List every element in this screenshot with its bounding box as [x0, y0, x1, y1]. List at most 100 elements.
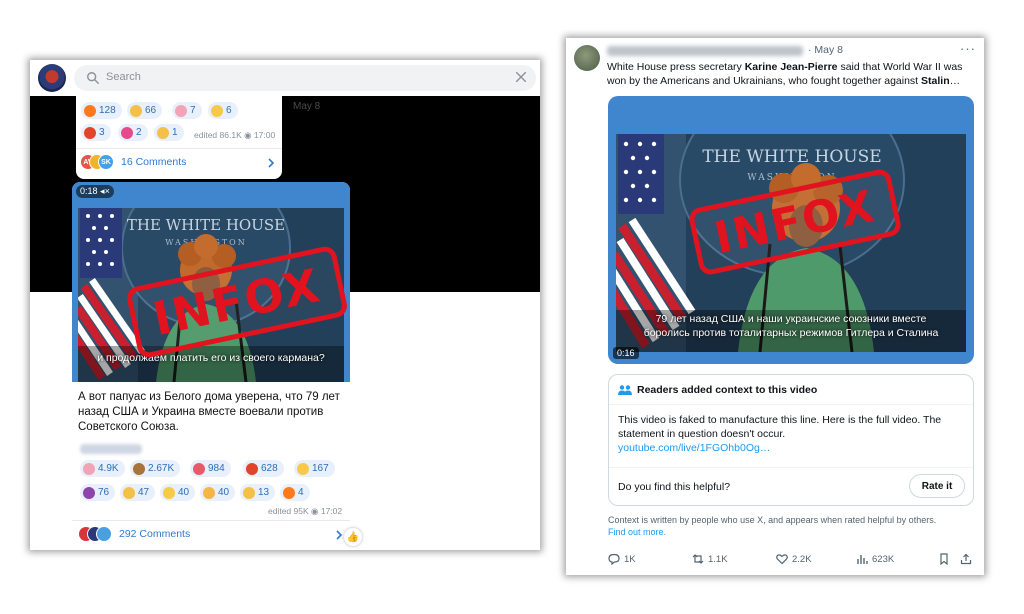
reaction-count: 128	[99, 105, 116, 116]
video-player[interactable]: THE WHITE HOUSE WASHINGTON 79 лет назад …	[608, 96, 974, 364]
reaction-count: 3	[99, 127, 105, 138]
reaction-chip[interactable]: 66	[127, 102, 163, 119]
views-button[interactable]: 623K	[856, 553, 894, 565]
angry-icon	[84, 126, 96, 139]
composite-image: Search May 8 128 66 7 6 3 2 1 edited 86.…	[0, 0, 1024, 614]
close-icon[interactable]	[514, 70, 528, 84]
chevron-right-icon[interactable]	[266, 158, 276, 168]
devil-icon	[83, 486, 95, 499]
reaction-chip[interactable]: 628	[243, 460, 284, 477]
reaction-count: 76	[98, 487, 110, 498]
thumbs-down-icon	[157, 126, 169, 139]
video-subtitle: 79 лет назад США и наши украинские союзн…	[643, 313, 939, 339]
eye-icon: ◉	[311, 506, 319, 516]
message-meta: edited 86.1K ◉ 17:00	[194, 130, 275, 141]
views-count: 623K	[872, 553, 895, 565]
reaction-chip[interactable]: 3	[81, 124, 111, 141]
reply-count: 1K	[624, 553, 636, 565]
reaction-chip[interactable]: 47	[120, 484, 156, 501]
reaction-chip[interactable]: 2.67K	[130, 460, 181, 477]
channel-avatar[interactable]	[38, 64, 66, 92]
thumbs-up-icon	[123, 486, 135, 499]
reaction-count: 984	[208, 463, 225, 474]
reply-button[interactable]: 1K	[608, 553, 636, 565]
comments-link[interactable]: AV SK 16 Comments	[80, 154, 186, 170]
reaction-chip[interactable]: 2	[118, 124, 148, 141]
like-count: 2.2K	[792, 553, 812, 565]
reaction-chip[interactable]: 4	[280, 484, 310, 501]
search-input[interactable]: Search	[74, 65, 536, 91]
reaction-chip[interactable]: 6	[208, 102, 238, 119]
reaction-count: 628	[261, 463, 278, 474]
reaction-chip[interactable]: 984	[190, 460, 231, 477]
reaction-count: 40	[178, 487, 190, 498]
context-footer: Context is written by people who use X, …	[608, 515, 937, 537]
community-note-title: Readers added context to this video	[637, 384, 818, 396]
reaction-count: 2.67K	[148, 463, 175, 474]
divider	[609, 467, 973, 468]
thumbs-down-icon	[243, 486, 255, 499]
reaction-chip[interactable]: 7	[172, 102, 202, 119]
reaction-chip[interactable]: 167	[294, 460, 335, 477]
eye-icon: ◉	[244, 130, 252, 140]
reaction-count: 6	[226, 105, 232, 116]
heart-broken-icon	[121, 126, 133, 139]
video-time: 0:16	[613, 347, 639, 359]
pill-icon	[193, 462, 205, 475]
divider	[72, 520, 350, 521]
repost-icon	[692, 554, 704, 564]
search-icon	[87, 72, 99, 84]
share-button[interactable]	[960, 553, 972, 565]
fire-icon	[283, 486, 295, 499]
angry-icon	[246, 462, 258, 475]
comments-label: 292 Comments	[119, 528, 191, 540]
reaction-chip[interactable]: 4.9K	[80, 460, 125, 477]
rate-it-button[interactable]: Rate it	[909, 474, 965, 498]
reaction-chip[interactable]: 128	[81, 102, 122, 119]
grin-icon	[211, 104, 223, 117]
community-note-body: This video is faked to manufacture this …	[618, 414, 942, 454]
analytics-icon	[857, 555, 868, 564]
mention-stalin: Stalin	[921, 75, 950, 87]
seal-top-text: THE WHITE HOUSE	[127, 216, 285, 234]
edited-label: edited	[268, 506, 292, 516]
post-text: White House press secretary Karine Jean-…	[607, 61, 963, 87]
reaction-count: 7	[190, 105, 196, 116]
muted-icon: ◂×	[100, 186, 110, 196]
clap-icon	[130, 104, 142, 117]
message-time: 17:00	[253, 130, 276, 140]
reaction-chip[interactable]: 1	[154, 124, 184, 141]
reaction-chip[interactable]: 13	[240, 484, 276, 501]
thumbs-up-icon[interactable]: 👍	[344, 528, 362, 546]
post-date[interactable]: · May 8	[808, 44, 843, 56]
grin-icon	[163, 486, 175, 499]
video-message-bubble: 0:18 ◂× THE WHITE HOUSE WASHINGTON	[72, 182, 350, 550]
divider	[76, 148, 282, 149]
scream-icon	[297, 462, 309, 475]
reaction-count: 2	[136, 127, 142, 138]
bookmark-icon	[940, 553, 948, 565]
avatar	[96, 526, 112, 542]
youtube-link[interactable]: youtube.com/live/1FGOhb0Og…	[618, 442, 770, 454]
reaction-chip[interactable]: 40	[160, 484, 196, 501]
bookmark-button[interactable]	[938, 553, 950, 565]
views-count: 95K	[293, 506, 309, 516]
community-note-header: Readers added context to this video	[618, 384, 817, 396]
reaction-chip[interactable]: 76	[80, 484, 116, 501]
blurred-signature	[80, 444, 142, 454]
video-player[interactable]: 0:18 ◂× THE WHITE HOUSE WASHINGTON	[72, 182, 350, 382]
reaction-count: 4.9K	[98, 463, 119, 474]
video-timer: 0:18 ◂×	[76, 185, 114, 198]
reaction-count: 167	[312, 463, 329, 474]
date-chip: May 8	[293, 101, 321, 112]
like-button[interactable]: 2.2K	[776, 553, 812, 565]
avatar[interactable]	[574, 45, 600, 71]
reaction-count: 4	[298, 487, 304, 498]
find-out-more-link[interactable]: Find out more.	[608, 527, 666, 537]
repost-button[interactable]: 1.1K	[692, 553, 728, 565]
blurred-account-name[interactable]	[607, 46, 803, 56]
more-options-icon[interactable]: ···	[960, 41, 976, 56]
comments-link[interactable]: 292 Comments	[78, 526, 190, 542]
chevron-right-icon[interactable]	[334, 530, 344, 540]
reaction-chip[interactable]: 40	[200, 484, 236, 501]
